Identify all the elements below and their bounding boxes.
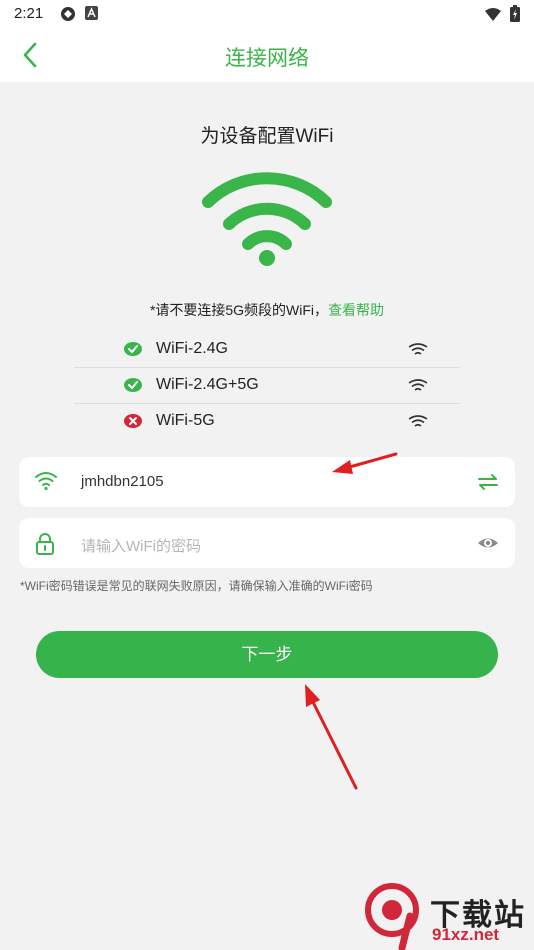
watermark-logo-icon (365, 883, 419, 950)
status-bar: 2:21 (0, 0, 534, 28)
warning-note: *请不要连接5G频段的WiFi，查看帮助 (0, 300, 534, 320)
wifi-icon (35, 472, 57, 491)
check-icon (124, 342, 142, 356)
ssid-field[interactable]: jmhdbn2105 (19, 457, 515, 507)
password-hint: *WiFi密码错误是常见的联网失败原因，请确保输入准确的WiFi密码 (20, 579, 373, 593)
band-row-5g: WiFi-5G (74, 404, 460, 439)
wifi-signal-icon (408, 415, 428, 427)
cross-icon (124, 414, 142, 428)
wifi-signal-icon (408, 379, 428, 391)
wifi-illustration-icon (202, 172, 332, 266)
band-label: WiFi-5G (156, 412, 215, 429)
battery-icon (510, 5, 520, 22)
password-field[interactable]: 请输入WiFi的密码 (19, 518, 515, 568)
band-row-24g: WiFi-2.4G (74, 332, 460, 368)
app-notification-icon (61, 7, 75, 21)
watermark-url: 91xz.net (432, 925, 500, 944)
wifi-status-icon (485, 8, 501, 21)
next-step-button[interactable]: 下一步 (36, 631, 498, 678)
section-title: 为设备配置WiFi (200, 126, 334, 147)
band-label: WiFi-2.4G+5G (156, 376, 259, 393)
eye-icon[interactable] (477, 533, 499, 553)
band-label: WiFi-2.4G (156, 340, 228, 357)
password-placeholder[interactable]: 请输入WiFi的密码 (81, 535, 201, 556)
band-row-24g-5g: WiFi-2.4G+5G (74, 368, 460, 404)
app-bar: 连接网络 (0, 28, 534, 82)
ssid-value[interactable]: jmhdbn2105 (81, 473, 164, 490)
status-time: 2:21 (14, 5, 44, 22)
wifi-signal-icon (408, 343, 428, 355)
band-list: WiFi-2.4G WiFi-2.4G+5G WiFi-5G (74, 332, 460, 439)
switch-network-icon[interactable] (477, 472, 499, 492)
a-notification-icon (85, 6, 98, 20)
lock-icon (36, 533, 54, 555)
annotation-arrow-next (305, 684, 358, 790)
note-text: *请不要连接5G频段的WiFi， (149, 302, 329, 318)
page-title: 连接网络 (225, 47, 309, 70)
check-icon (124, 378, 142, 392)
help-link[interactable]: 查看帮助 (328, 302, 384, 318)
